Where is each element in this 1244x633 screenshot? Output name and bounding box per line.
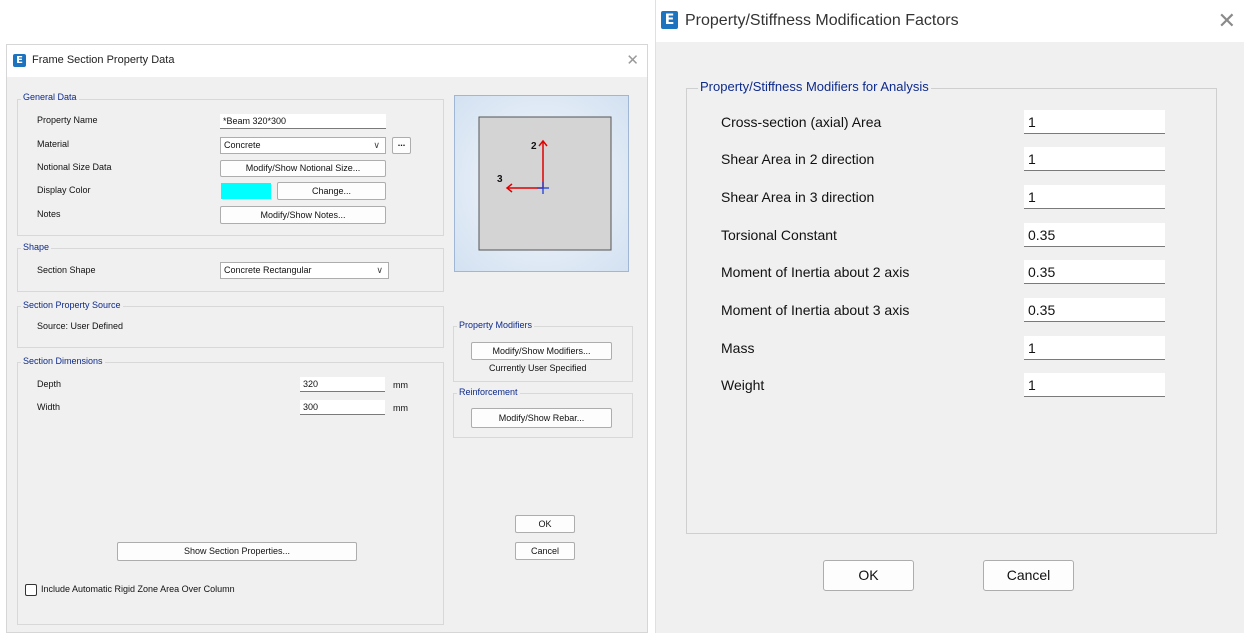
row-label-mass: Mass — [721, 340, 755, 356]
material-select[interactable]: Concrete ∨ — [220, 137, 386, 154]
modifiers-status-text: Currently User Specified — [489, 363, 587, 373]
section-dimensions-label: Section Dimensions — [21, 356, 105, 366]
input-inertia-2[interactable]: 0.35 — [1024, 260, 1165, 284]
material-more-button[interactable]: ... — [392, 137, 411, 154]
notes-button[interactable]: Modify/Show Notes... — [220, 206, 386, 224]
input-mass[interactable]: 1 — [1024, 336, 1165, 360]
row-label-inertia-2: Moment of Inertia about 2 axis — [721, 264, 910, 280]
depth-unit: mm — [393, 380, 408, 390]
section-preview: 2 3 — [454, 95, 629, 272]
depth-input[interactable]: 320 — [300, 377, 385, 392]
row-label-weight: Weight — [721, 377, 765, 393]
shape-label: Shape — [21, 242, 52, 252]
depth-label: Depth — [37, 379, 62, 389]
row-label-inertia-3: Moment of Inertia about 3 axis — [721, 302, 910, 318]
section-shape-select[interactable]: Concrete Rectangular ∨ — [220, 262, 389, 279]
cancel-button[interactable]: Cancel — [983, 560, 1074, 591]
frame-section-dialog: E Frame Section Property Data ✕ General … — [6, 44, 648, 633]
property-modifiers-label: Property Modifiers — [457, 320, 535, 330]
modify-rebar-button[interactable]: Modify/Show Rebar... — [471, 408, 612, 428]
dialog-title: Property/Stiffness Modification Factors — [685, 12, 959, 29]
row-label-shear-area-3: Shear Area in 3 direction — [721, 189, 875, 205]
material-value: Concrete — [224, 140, 261, 150]
rigid-zone-checkbox-label: Include Automatic Rigid Zone Area Over C… — [41, 584, 235, 594]
width-input[interactable]: 300 — [300, 400, 385, 415]
title-bar: E Frame Section Property Data ✕ — [7, 45, 647, 77]
axis3-label: 3 — [497, 174, 503, 185]
notes-label: Notes — [37, 209, 61, 219]
dialog-title: Frame Section Property Data — [32, 54, 175, 66]
rigid-zone-checkbox[interactable] — [25, 584, 37, 596]
modification-factors-dialog: E Property/Stiffness Modification Factor… — [655, 0, 1244, 633]
general-data-label: General Data — [21, 92, 79, 102]
close-icon[interactable]: ✕ — [626, 51, 639, 69]
close-icon[interactable]: ✕ — [1218, 8, 1236, 34]
source-text: Source: User Defined — [37, 321, 124, 331]
section-source-label: Section Property Source — [21, 300, 123, 310]
ok-button[interactable]: OK — [823, 560, 914, 591]
modify-modifiers-button[interactable]: Modify/Show Modifiers... — [471, 342, 612, 360]
row-label-axial-area: Cross-section (axial) Area — [721, 114, 882, 130]
input-shear-area-2[interactable]: 1 — [1024, 147, 1165, 171]
display-color-swatch[interactable] — [221, 183, 271, 199]
row-label-shear-area-2: Shear Area in 2 direction — [721, 151, 875, 167]
etabs-logo-icon: E — [661, 11, 678, 29]
change-color-button[interactable]: Change... — [277, 182, 386, 200]
ok-button[interactable]: OK — [515, 515, 575, 533]
input-inertia-3[interactable]: 0.35 — [1024, 298, 1165, 322]
input-weight[interactable]: 1 — [1024, 373, 1165, 397]
cancel-button[interactable]: Cancel — [515, 542, 575, 560]
show-section-properties-button[interactable]: Show Section Properties... — [117, 542, 357, 561]
notional-size-label: Notional Size Data — [37, 162, 112, 172]
width-unit: mm — [393, 403, 408, 413]
reinforcement-label: Reinforcement — [457, 387, 520, 397]
input-torsional-constant[interactable]: 0.35 — [1024, 223, 1165, 247]
modifiers-group-label: Property/Stiffness Modifiers for Analysi… — [698, 79, 931, 94]
etabs-logo-icon: E — [13, 54, 26, 67]
notional-size-button[interactable]: Modify/Show Notional Size... — [220, 160, 386, 177]
material-label: Material — [37, 139, 70, 149]
input-shear-area-3[interactable]: 1 — [1024, 185, 1165, 209]
width-label: Width — [37, 402, 61, 412]
property-name-input[interactable]: *Beam 320*300 — [220, 114, 386, 129]
row-label-torsional-constant: Torsional Constant — [721, 227, 837, 243]
chevron-down-icon: ∨ — [373, 140, 380, 150]
title-bar: E Property/Stiffness Modification Factor… — [656, 0, 1244, 42]
axis2-label: 2 — [531, 141, 537, 152]
input-axial-area[interactable]: 1 — [1024, 110, 1165, 134]
display-color-label: Display Color — [37, 185, 91, 195]
section-shape-value: Concrete Rectangular — [224, 265, 312, 275]
section-shape-label: Section Shape — [37, 265, 96, 275]
section-preview-drawing: 2 3 — [478, 116, 612, 251]
chevron-down-icon: ∨ — [376, 265, 383, 275]
property-name-label: Property Name — [37, 115, 98, 125]
